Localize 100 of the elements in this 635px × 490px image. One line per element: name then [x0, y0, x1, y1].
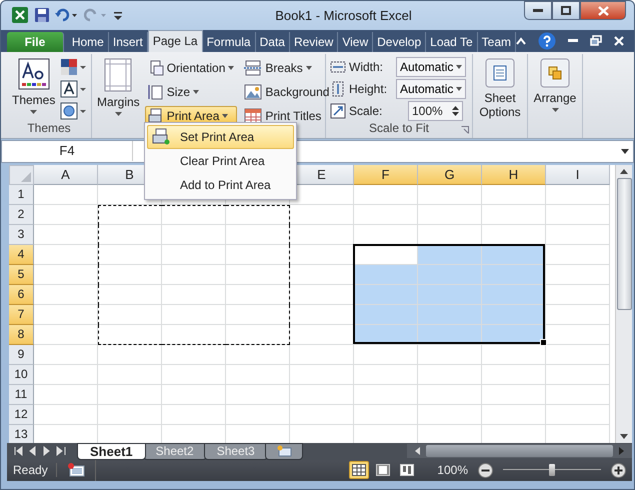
spreadsheet-cell[interactable]: [290, 204, 354, 225]
spreadsheet-cell[interactable]: [290, 364, 354, 385]
insert-sheet-button[interactable]: [264, 442, 303, 460]
spreadsheet-cell[interactable]: [418, 204, 482, 225]
spreadsheet-cell[interactable]: [162, 384, 226, 405]
spreadsheet-cell[interactable]: [354, 184, 418, 205]
macro-record-icon[interactable]: [66, 463, 85, 478]
spreadsheet-cell[interactable]: [162, 284, 226, 305]
dialog-launcher-icon[interactable]: [461, 126, 469, 134]
spreadsheet-cell[interactable]: [34, 284, 98, 305]
spreadsheet-cell[interactable]: [546, 204, 610, 225]
spreadsheet-cell[interactable]: [546, 264, 610, 285]
zoom-in-icon[interactable]: [611, 462, 626, 478]
spreadsheet-cell[interactable]: [354, 404, 418, 425]
column-header[interactable]: I: [546, 164, 610, 185]
spreadsheet-cell[interactable]: [482, 264, 546, 285]
spreadsheet-cell[interactable]: [226, 344, 290, 365]
name-box[interactable]: F4: [2, 141, 133, 162]
spreadsheet-cell[interactable]: [162, 344, 226, 365]
column-header[interactable]: H: [482, 164, 546, 185]
spreadsheet-cell[interactable]: [34, 324, 98, 345]
close-button[interactable]: [580, 1, 626, 20]
colors-icon[interactable]: [60, 58, 86, 76]
spreadsheet-cell[interactable]: [418, 404, 482, 425]
close-icon[interactable]: [614, 36, 624, 46]
row-header[interactable]: 2: [9, 204, 34, 225]
spreadsheet-cell[interactable]: [98, 364, 162, 385]
row-header[interactable]: 11: [9, 384, 34, 405]
scale-spinner[interactable]: 100%: [408, 100, 463, 121]
row-header[interactable]: 9: [9, 344, 34, 365]
spreadsheet-cell[interactable]: [418, 304, 482, 325]
row-header[interactable]: 7: [9, 304, 34, 325]
spreadsheet-cell[interactable]: [546, 384, 610, 405]
spreadsheet-cell[interactable]: [226, 384, 290, 405]
spreadsheet-cell[interactable]: [418, 184, 482, 205]
scroll-right-icon[interactable]: [619, 447, 624, 456]
spreadsheet-cell[interactable]: [418, 244, 482, 265]
normal-view-button[interactable]: [349, 461, 370, 480]
spreadsheet-cell[interactable]: [34, 184, 98, 205]
spreadsheet-cell[interactable]: [418, 364, 482, 385]
ribbon-tab[interactable]: File: [7, 32, 64, 52]
spreadsheet-cell[interactable]: [482, 404, 546, 425]
spreadsheet-cell[interactable]: [98, 384, 162, 405]
vertical-scrollbar[interactable]: [615, 164, 632, 443]
minimize-button[interactable]: [524, 1, 552, 20]
sheet-tab[interactable]: Sheet1: [77, 442, 146, 460]
spreadsheet-cell[interactable]: [34, 404, 98, 425]
height-dropdown[interactable]: Automatic: [396, 78, 466, 99]
scroll-up-icon[interactable]: [620, 168, 628, 174]
row-header[interactable]: 13: [9, 424, 34, 443]
collapse-ribbon-icon[interactable]: [516, 36, 526, 45]
spreadsheet-cell[interactable]: [482, 184, 546, 205]
column-header[interactable]: G: [418, 164, 482, 185]
spreadsheet-cell[interactable]: [418, 284, 482, 305]
themes-button[interactable]: Themes: [11, 54, 56, 121]
spreadsheet-cell[interactable]: [98, 344, 162, 365]
spreadsheet-cell[interactable]: [290, 224, 354, 245]
spreadsheet-cell[interactable]: [98, 204, 162, 225]
size-button[interactable]: Size: [144, 82, 238, 102]
spreadsheet-cell[interactable]: [162, 224, 226, 245]
zoom-slider[interactable]: [503, 463, 601, 478]
excel-icon[interactable]: [11, 6, 29, 24]
spreadsheet-cell[interactable]: [546, 404, 610, 425]
row-header[interactable]: 3: [9, 224, 34, 245]
breaks-button[interactable]: Breaks: [241, 58, 332, 78]
arrange-button[interactable]: Arrange: [532, 54, 578, 112]
minimize-icon[interactable]: [568, 38, 578, 43]
spreadsheet-cell[interactable]: [162, 364, 226, 385]
redo-icon[interactable]: [84, 7, 108, 24]
maximize-button[interactable]: [552, 1, 580, 20]
spreadsheet-cell[interactable]: [546, 364, 610, 385]
column-header[interactable]: A: [34, 164, 98, 185]
spreadsheet-cell[interactable]: [290, 404, 354, 425]
spreadsheet-cell[interactable]: [482, 384, 546, 405]
spreadsheet-cell[interactable]: [34, 204, 98, 225]
spreadsheet-cell[interactable]: [98, 264, 162, 285]
width-dropdown[interactable]: Automatic: [396, 56, 466, 77]
row-header[interactable]: 5: [9, 264, 34, 285]
row-header[interactable]: 8: [9, 324, 34, 345]
zoom-level[interactable]: 100%: [437, 463, 468, 478]
spreadsheet-cell[interactable]: [226, 364, 290, 385]
spreadsheet-cell[interactable]: [34, 364, 98, 385]
zoom-out-icon[interactable]: [478, 462, 493, 478]
spreadsheet-cell[interactable]: [98, 324, 162, 345]
spreadsheet-cell[interactable]: [34, 244, 98, 265]
zoom-slider-thumb[interactable]: [549, 464, 555, 476]
spreadsheet-cell[interactable]: [34, 264, 98, 285]
spreadsheet-cell[interactable]: [354, 304, 418, 325]
spreadsheet-cell[interactable]: [354, 264, 418, 285]
spreadsheet-cell[interactable]: [162, 404, 226, 425]
ribbon-tab[interactable]: Page La: [148, 30, 203, 52]
background-button[interactable]: Background: [241, 82, 332, 102]
row-header[interactable]: 10: [9, 364, 34, 385]
spreadsheet-cell[interactable]: [546, 344, 610, 365]
column-header[interactable]: F: [354, 164, 418, 185]
spreadsheet-cell[interactable]: [354, 284, 418, 305]
expand-icon[interactable]: [621, 148, 629, 154]
spreadsheet-cell[interactable]: [34, 344, 98, 365]
spreadsheet-cell[interactable]: [482, 304, 546, 325]
sheet-options-button[interactable]: Sheet Options: [477, 54, 523, 119]
